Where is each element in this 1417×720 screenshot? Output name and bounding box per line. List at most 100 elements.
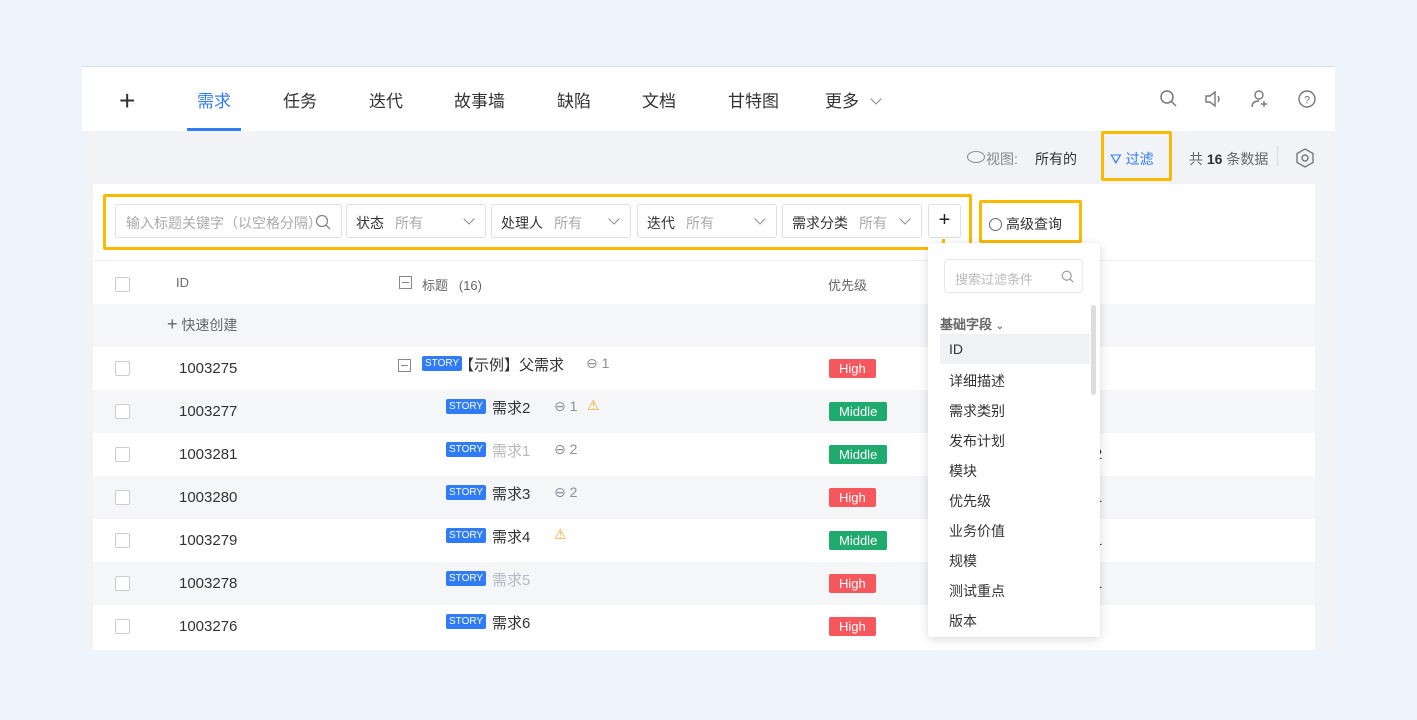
row-id: 1003281 — [179, 446, 238, 463]
story-tag: STORY — [446, 571, 487, 586]
row-id: 1003279 — [179, 532, 238, 549]
header-title-count: (16) — [458, 278, 482, 293]
table-row[interactable]: 1003280 STORY 需求3 ⊖ 2 High C1 — [93, 476, 1315, 519]
row-title[interactable]: 需求4 — [492, 526, 530, 547]
table-row[interactable]: 1003277 STORY 需求2 ⊖ 1 ⚠ Middle — [93, 390, 1315, 433]
row-checkbox[interactable] — [115, 619, 130, 634]
view-selector[interactable]: 所有的 — [1035, 149, 1077, 169]
dropdown-item[interactable]: 详细描述 — [940, 364, 1090, 394]
search-icon — [1061, 270, 1074, 283]
row-checkbox[interactable] — [115, 447, 130, 462]
row-title[interactable]: 需求3 — [492, 483, 530, 504]
priority-badge: High — [829, 574, 876, 593]
link-count: ⊖ 2 — [554, 441, 578, 457]
link-count: ⊖ 1 — [586, 355, 610, 371]
table-header: ID 标题 (16) 优先级 — [93, 261, 1315, 304]
filter-field-dropdown: 搜索过滤条件 基础字段 ⌄ ID 详细描述 需求类别 发布计划 模块 优先级 业务价值 规模测… — [928, 243, 1100, 637]
filter-field-2[interactable]: 迭代 所有 — [637, 204, 777, 238]
row-checkbox[interactable] — [115, 404, 130, 419]
table-row[interactable]: 1003278 STORY 需求5 High C1 — [93, 562, 1315, 605]
tab-7[interactable]: 更多 — [825, 87, 882, 112]
tab-6[interactable]: 甘特图 — [728, 87, 779, 112]
row-title[interactable]: 需求2 — [492, 397, 530, 418]
tab-4[interactable]: 缺陷 — [557, 87, 591, 112]
story-tag: STORY — [422, 356, 463, 371]
link-icon: ⊖ — [554, 441, 566, 457]
dropdown-item[interactable]: 优先级 — [940, 484, 1090, 514]
keyword-search-input[interactable]: 输入标题关键字（以空格分隔） — [115, 204, 342, 238]
tab-2[interactable]: 迭代 — [369, 87, 403, 112]
priority-badge: Middle — [829, 531, 888, 550]
advanced-query-button[interactable]: 高级查询 — [989, 214, 1062, 234]
tab-1[interactable]: 任务 — [283, 87, 317, 112]
dropdown-item[interactable]: 发布计划 — [940, 424, 1090, 454]
row-title[interactable]: 需求5 — [492, 569, 530, 590]
table-row[interactable]: 1003275 STORY 【示例】父需求 ⊖ 1 High — [93, 347, 1315, 390]
priority-badge: High — [829, 488, 876, 507]
dropdown-item[interactable]: ID — [940, 334, 1090, 364]
row-id: 1003277 — [179, 403, 238, 420]
table-row[interactable]: 1003279 STORY 需求4 ⚠ Middle C1 — [93, 519, 1315, 562]
dropdown-item[interactable]: 版本 — [940, 604, 1090, 634]
tab-3[interactable]: 故事墙 — [454, 87, 505, 112]
record-count: 共 16 条数据 — [1189, 151, 1269, 167]
table-row[interactable]: 1003281 STORY 需求1 ⊖ 2 Middle C2 — [93, 433, 1315, 476]
add-filter-button[interactable]: + — [928, 204, 961, 238]
content-panel: 输入标题关键字（以空格分隔） 状态 所有 处理人 所有 迭代 所有 需求分类 所有 + 高级查… — [93, 184, 1315, 650]
chevron-down-icon — [899, 213, 911, 225]
search-icon — [315, 214, 331, 230]
row-id: 1003275 — [179, 360, 238, 377]
row-title[interactable]: 【示例】父需求 — [459, 354, 564, 375]
row-checkbox[interactable] — [115, 576, 130, 591]
priority-badge: High — [829, 617, 876, 636]
speaker-icon[interactable] — [1203, 89, 1223, 109]
dropdown-item[interactable]: 规模 — [940, 544, 1090, 574]
active-tab-indicator — [187, 128, 241, 131]
tab-5[interactable]: 文档 — [642, 87, 676, 112]
filter-field-3[interactable]: 需求分类 所有 — [782, 204, 922, 238]
eye-icon — [967, 151, 985, 163]
header-title: 标题 — [422, 278, 449, 293]
warning-icon: ⚠ — [554, 526, 567, 542]
collapse-all-icon[interactable] — [399, 276, 412, 289]
tab-0[interactable]: 需求 — [197, 87, 231, 112]
row-checkbox[interactable] — [115, 361, 130, 376]
collapse-icon[interactable] — [398, 359, 411, 372]
story-tag: STORY — [446, 442, 487, 457]
dropdown-item[interactable]: 模块 — [940, 454, 1090, 484]
plus-icon[interactable]: + — [119, 85, 135, 117]
select-all-checkbox[interactable] — [115, 277, 130, 292]
chevron-down-icon — [463, 213, 475, 225]
story-tag: STORY — [446, 485, 487, 500]
group-basic-fields[interactable]: 基础字段 ⌄ — [940, 314, 1004, 333]
scrollbar[interactable] — [1091, 305, 1096, 395]
priority-badge: Middle — [829, 402, 888, 421]
table-row[interactable]: 1003276 STORY 需求6 High — [93, 605, 1315, 648]
search-icon[interactable] — [1159, 89, 1179, 109]
story-tag: STORY — [446, 399, 487, 414]
row-title[interactable]: 需求6 — [492, 612, 530, 633]
dropdown-item[interactable]: 业务价值 — [940, 514, 1090, 544]
row-title[interactable]: 需求1 — [492, 440, 530, 461]
row-id: 1003276 — [179, 618, 238, 635]
filter-button[interactable]: ⛛ 过滤 — [1110, 149, 1154, 169]
link-icon: ⊖ — [554, 398, 566, 414]
search-icon — [989, 218, 1002, 231]
view-label: 视图: — [986, 151, 1018, 167]
filter-search-input[interactable]: 搜索过滤条件 — [944, 259, 1083, 293]
plus-icon: + — [167, 314, 178, 334]
filter-field-1[interactable]: 处理人 所有 — [491, 204, 631, 238]
chevron-down-icon — [608, 213, 620, 225]
row-checkbox[interactable] — [115, 533, 130, 548]
user-add-icon[interactable] — [1250, 89, 1270, 109]
header-priority: 优先级 — [828, 278, 868, 293]
help-icon[interactable]: ? — [1297, 89, 1317, 109]
dropdown-item[interactable]: 需求类别 — [940, 394, 1090, 424]
quick-create-row[interactable]: + 快速创建 — [93, 304, 1315, 347]
row-checkbox[interactable] — [115, 490, 130, 505]
dropdown-item[interactable]: 测试重点 — [940, 574, 1090, 604]
chevron-down-icon — [754, 213, 766, 225]
story-tag: STORY — [446, 614, 487, 629]
settings-icon[interactable] — [1295, 148, 1315, 168]
filter-field-0[interactable]: 状态 所有 — [346, 204, 486, 238]
